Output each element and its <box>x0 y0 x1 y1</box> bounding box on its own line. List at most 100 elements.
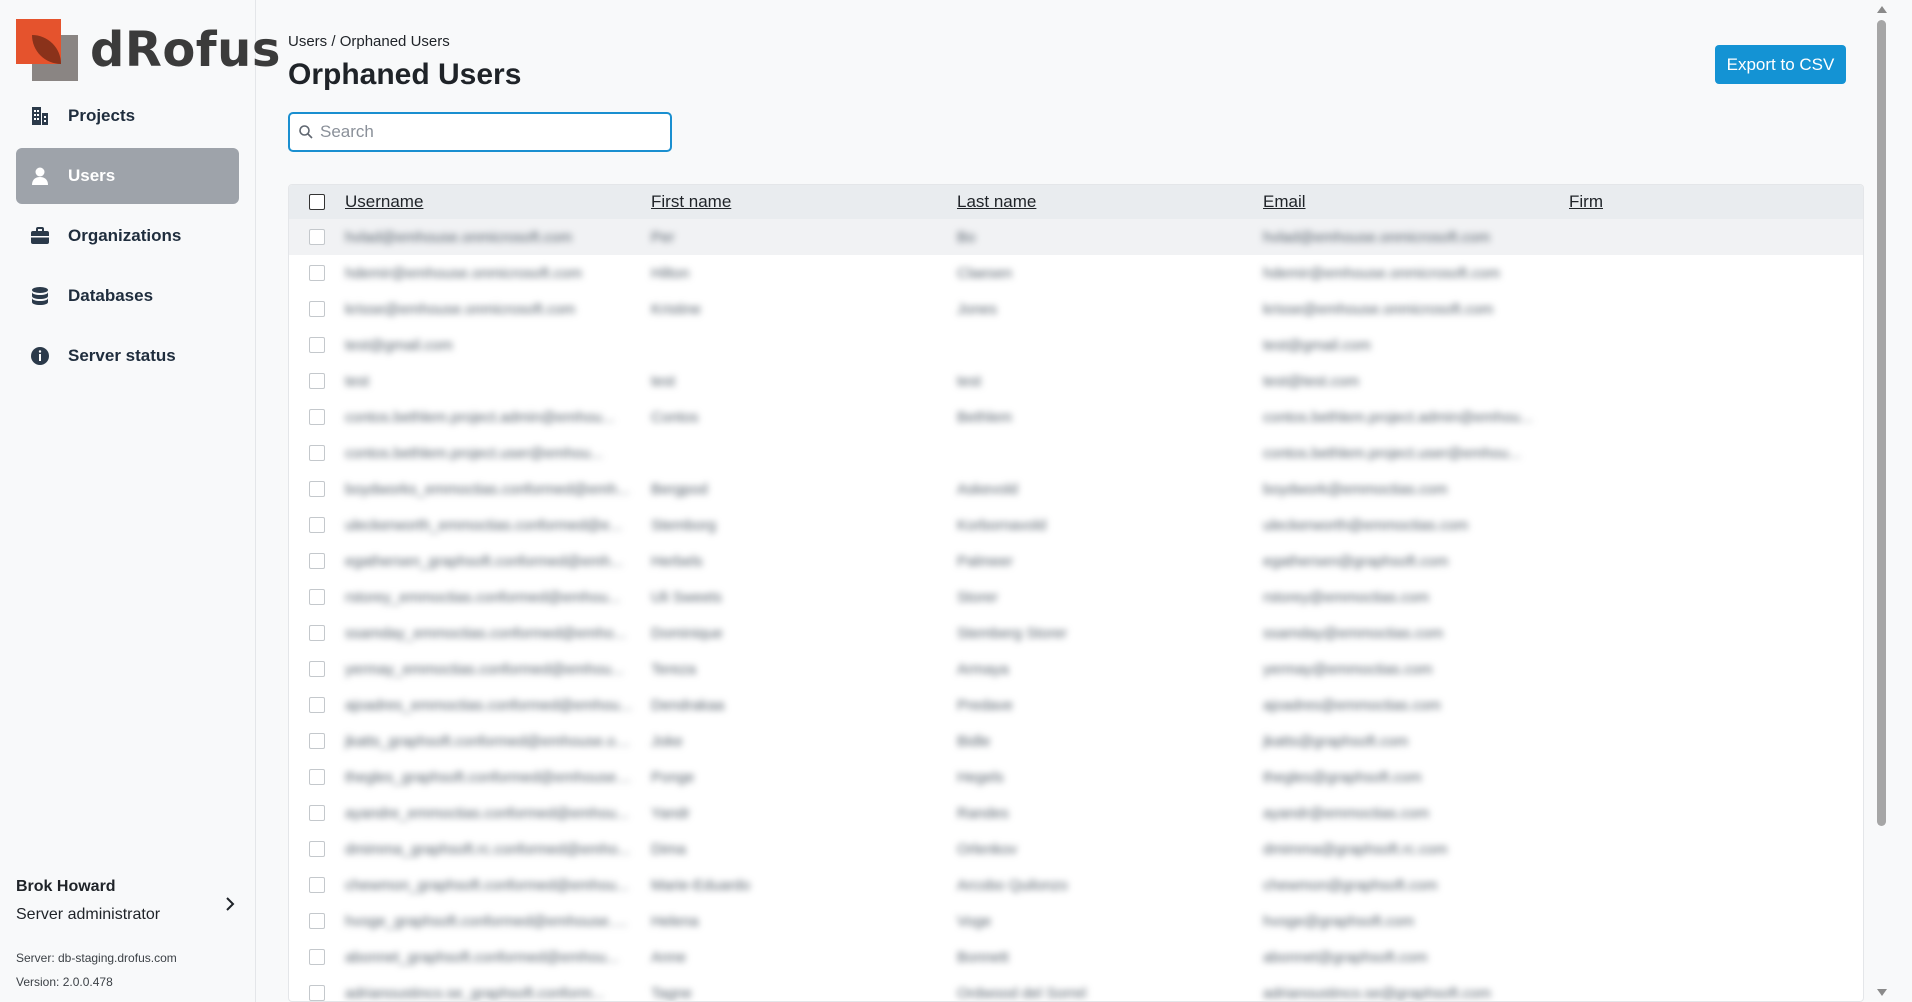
row-checkbox[interactable] <box>309 985 325 1001</box>
sidebar-item-projects[interactable]: Projects <box>16 88 239 144</box>
cell-username: yermay_emmoctias.conformed@emhou... <box>345 660 624 678</box>
cell-username: thegles_graphsoft.conformed@emhouse.o... <box>345 768 642 786</box>
sidebar-item-label: Databases <box>68 286 154 305</box>
sidebar-item-organizations[interactable]: Organizations <box>16 208 239 264</box>
cell-username: ajoadres_emmoctias.conformed@emhou... <box>345 696 633 714</box>
table-row[interactable]: thegles_graphsoft.conformed@emhouse.o...… <box>289 759 1863 795</box>
row-checkbox[interactable] <box>309 301 325 317</box>
row-checkbox[interactable] <box>309 805 325 821</box>
row-checkbox[interactable] <box>309 877 325 893</box>
brand-logo[interactable]: dRofus <box>16 18 281 82</box>
table-body: hvlad@emhouse.onmicrosoft.com Per Bo hvlad@… <box>289 219 1863 1001</box>
table-row[interactable]: krisse@emhouse.onmicrosoft.com Kristine Jo… <box>289 291 1863 327</box>
table-row[interactable]: boydworks_emmoctias.conformed@emh... Berg… <box>289 471 1863 507</box>
scroll-thumb[interactable] <box>1877 20 1886 826</box>
column-header-first-name[interactable]: First name <box>651 192 957 212</box>
table-row[interactable]: contos.bethlem.project.user@emhou... cont… <box>289 435 1863 471</box>
column-header-firm[interactable]: Firm <box>1569 192 1849 212</box>
cell-email: chewmon@graphsoft.com <box>1263 876 1438 894</box>
row-checkbox[interactable] <box>309 661 325 677</box>
export-csv-button[interactable]: Export to CSV <box>1715 45 1846 84</box>
row-checkbox[interactable] <box>309 625 325 641</box>
row-checkbox[interactable] <box>309 589 325 605</box>
cell-email: contos.bethlem.project.admin@emhou... <box>1263 408 1533 426</box>
cell-last-name: Arcobo Quilonzo <box>957 876 1068 894</box>
cell-username: boydworks_emmoctias.conformed@emh... <box>345 480 630 498</box>
row-checkbox[interactable] <box>309 337 325 353</box>
column-header-last-name[interactable]: Last name <box>957 192 1263 212</box>
sidebar-item-label: Projects <box>68 106 136 125</box>
table-row[interactable]: rstorey_emmoctias.conformed@emhou... Uli … <box>289 579 1863 615</box>
row-checkbox[interactable] <box>309 445 325 461</box>
table-row[interactable]: jkatts_graphsoft.conformed@emhouse.on...… <box>289 723 1863 759</box>
server-info: Server: db-staging.drofus.com Version: 2… <box>16 946 177 994</box>
cell-email: ayandr@emmoctias.com <box>1263 804 1430 822</box>
table-row[interactable]: chewmon_graphsoft.conformed@emhou... Mari… <box>289 867 1863 903</box>
row-checkbox[interactable] <box>309 409 325 425</box>
row-checkbox[interactable] <box>309 517 325 533</box>
table-header: Username First name Last name Email Firm <box>289 185 1863 219</box>
select-all-checkbox[interactable] <box>309 194 325 210</box>
row-checkbox[interactable] <box>309 769 325 785</box>
row-checkbox[interactable] <box>309 229 325 245</box>
table-row[interactable]: dmimma_graphsoft.rc.conformed@emho... Dim… <box>289 831 1863 867</box>
cell-last-name: Randes <box>957 804 1009 822</box>
sidebar-item-server-status[interactable]: Server status <box>16 328 239 384</box>
table-row[interactable]: abonnet_graphsoft.conformed@emhou... Anne… <box>289 939 1863 975</box>
table-row[interactable]: egathersen_graphsoft.conformed@emh... Her… <box>289 543 1863 579</box>
cell-first-name: Helena <box>651 912 699 930</box>
info-icon <box>28 344 52 368</box>
cell-username: ayandre_emmoctias.conformed@emhou... <box>345 804 629 822</box>
row-checkbox[interactable] <box>309 373 325 389</box>
cell-last-name: Voge <box>957 912 992 930</box>
row-checkbox[interactable] <box>309 481 325 497</box>
column-header-email[interactable]: Email <box>1263 192 1569 212</box>
cell-username: hvlad@emhouse.onmicrosoft.com <box>345 228 572 246</box>
cell-last-name: Orlenkov <box>957 840 1018 858</box>
table-row[interactable]: test test test test@test.com <box>289 363 1863 399</box>
brand-name: dRofus <box>90 22 281 78</box>
cell-email: thegles@graphsoft.com <box>1263 768 1422 786</box>
search-input[interactable] <box>320 122 660 142</box>
sidebar-nav: Projects Users Organizations Databases S… <box>16 88 239 388</box>
sidebar-item-users[interactable]: Users <box>16 148 239 204</box>
table-row[interactable]: ayandre_emmoctias.conformed@emhou... Yand… <box>289 795 1863 831</box>
cell-first-name: Kristine <box>651 300 702 318</box>
row-checkbox[interactable] <box>309 697 325 713</box>
current-user[interactable]: Brok Howard Server administrator <box>16 878 240 924</box>
table-row[interactable]: yermay_emmoctias.conformed@emhou... Terez… <box>289 651 1863 687</box>
cell-first-name: Tereza <box>651 660 697 678</box>
scroll-up-arrow-icon[interactable] <box>1877 6 1887 13</box>
breadcrumb-users[interactable]: Users <box>288 33 327 50</box>
cell-username: hdemir@emhouse.onmicrosoft.com <box>345 264 582 282</box>
row-checkbox[interactable] <box>309 841 325 857</box>
table-row[interactable]: hvoge_graphsoft.conformed@emhouse.on... H… <box>289 903 1863 939</box>
table-row[interactable]: uleckerworth_emmoctias.conformed@e... Ste… <box>289 507 1863 543</box>
sidebar: dRofus Projects Users Organizations Data… <box>0 0 280 1002</box>
table-row[interactable]: ajoadres_emmoctias.conformed@emhou... Den… <box>289 687 1863 723</box>
row-checkbox[interactable] <box>309 949 325 965</box>
cell-last-name: Storer <box>957 588 998 606</box>
chevron-right-icon[interactable] <box>220 894 240 914</box>
row-checkbox[interactable] <box>309 733 325 749</box>
table-row[interactable]: ssamday_emmoctias.conformed@emho... Domin… <box>289 615 1863 651</box>
cell-email: test@test.com <box>1263 372 1360 390</box>
cell-first-name: test <box>651 372 676 390</box>
page-scrollbar[interactable] <box>1872 0 1892 1002</box>
version-label: Version: 2.0.0.478 <box>16 975 113 989</box>
breadcrumb-separator: / <box>327 33 340 50</box>
scroll-down-arrow-icon[interactable] <box>1877 989 1887 996</box>
sidebar-item-databases[interactable]: Databases <box>16 268 239 324</box>
cell-email: hvlad@emhouse.onmicrosoft.com <box>1263 228 1490 246</box>
table-row[interactable]: hvlad@emhouse.onmicrosoft.com Per Bo hvlad@… <box>289 219 1863 255</box>
column-header-username[interactable]: Username <box>345 192 651 212</box>
search-box[interactable] <box>288 112 672 152</box>
table-row[interactable]: contos.bethlem.project.admin@emhou... Con… <box>289 399 1863 435</box>
table-row[interactable]: adrianoustinco.se_graphsoft.conform... Ta… <box>289 975 1863 1001</box>
table-row[interactable]: hdemir@emhouse.onmicrosoft.com Hilton Clae… <box>289 255 1863 291</box>
cell-first-name: Dendrakaa <box>651 696 725 714</box>
row-checkbox[interactable] <box>309 553 325 569</box>
row-checkbox[interactable] <box>309 913 325 929</box>
table-row[interactable]: test@gmail.com test@gmail.com <box>289 327 1863 363</box>
row-checkbox[interactable] <box>309 265 325 281</box>
